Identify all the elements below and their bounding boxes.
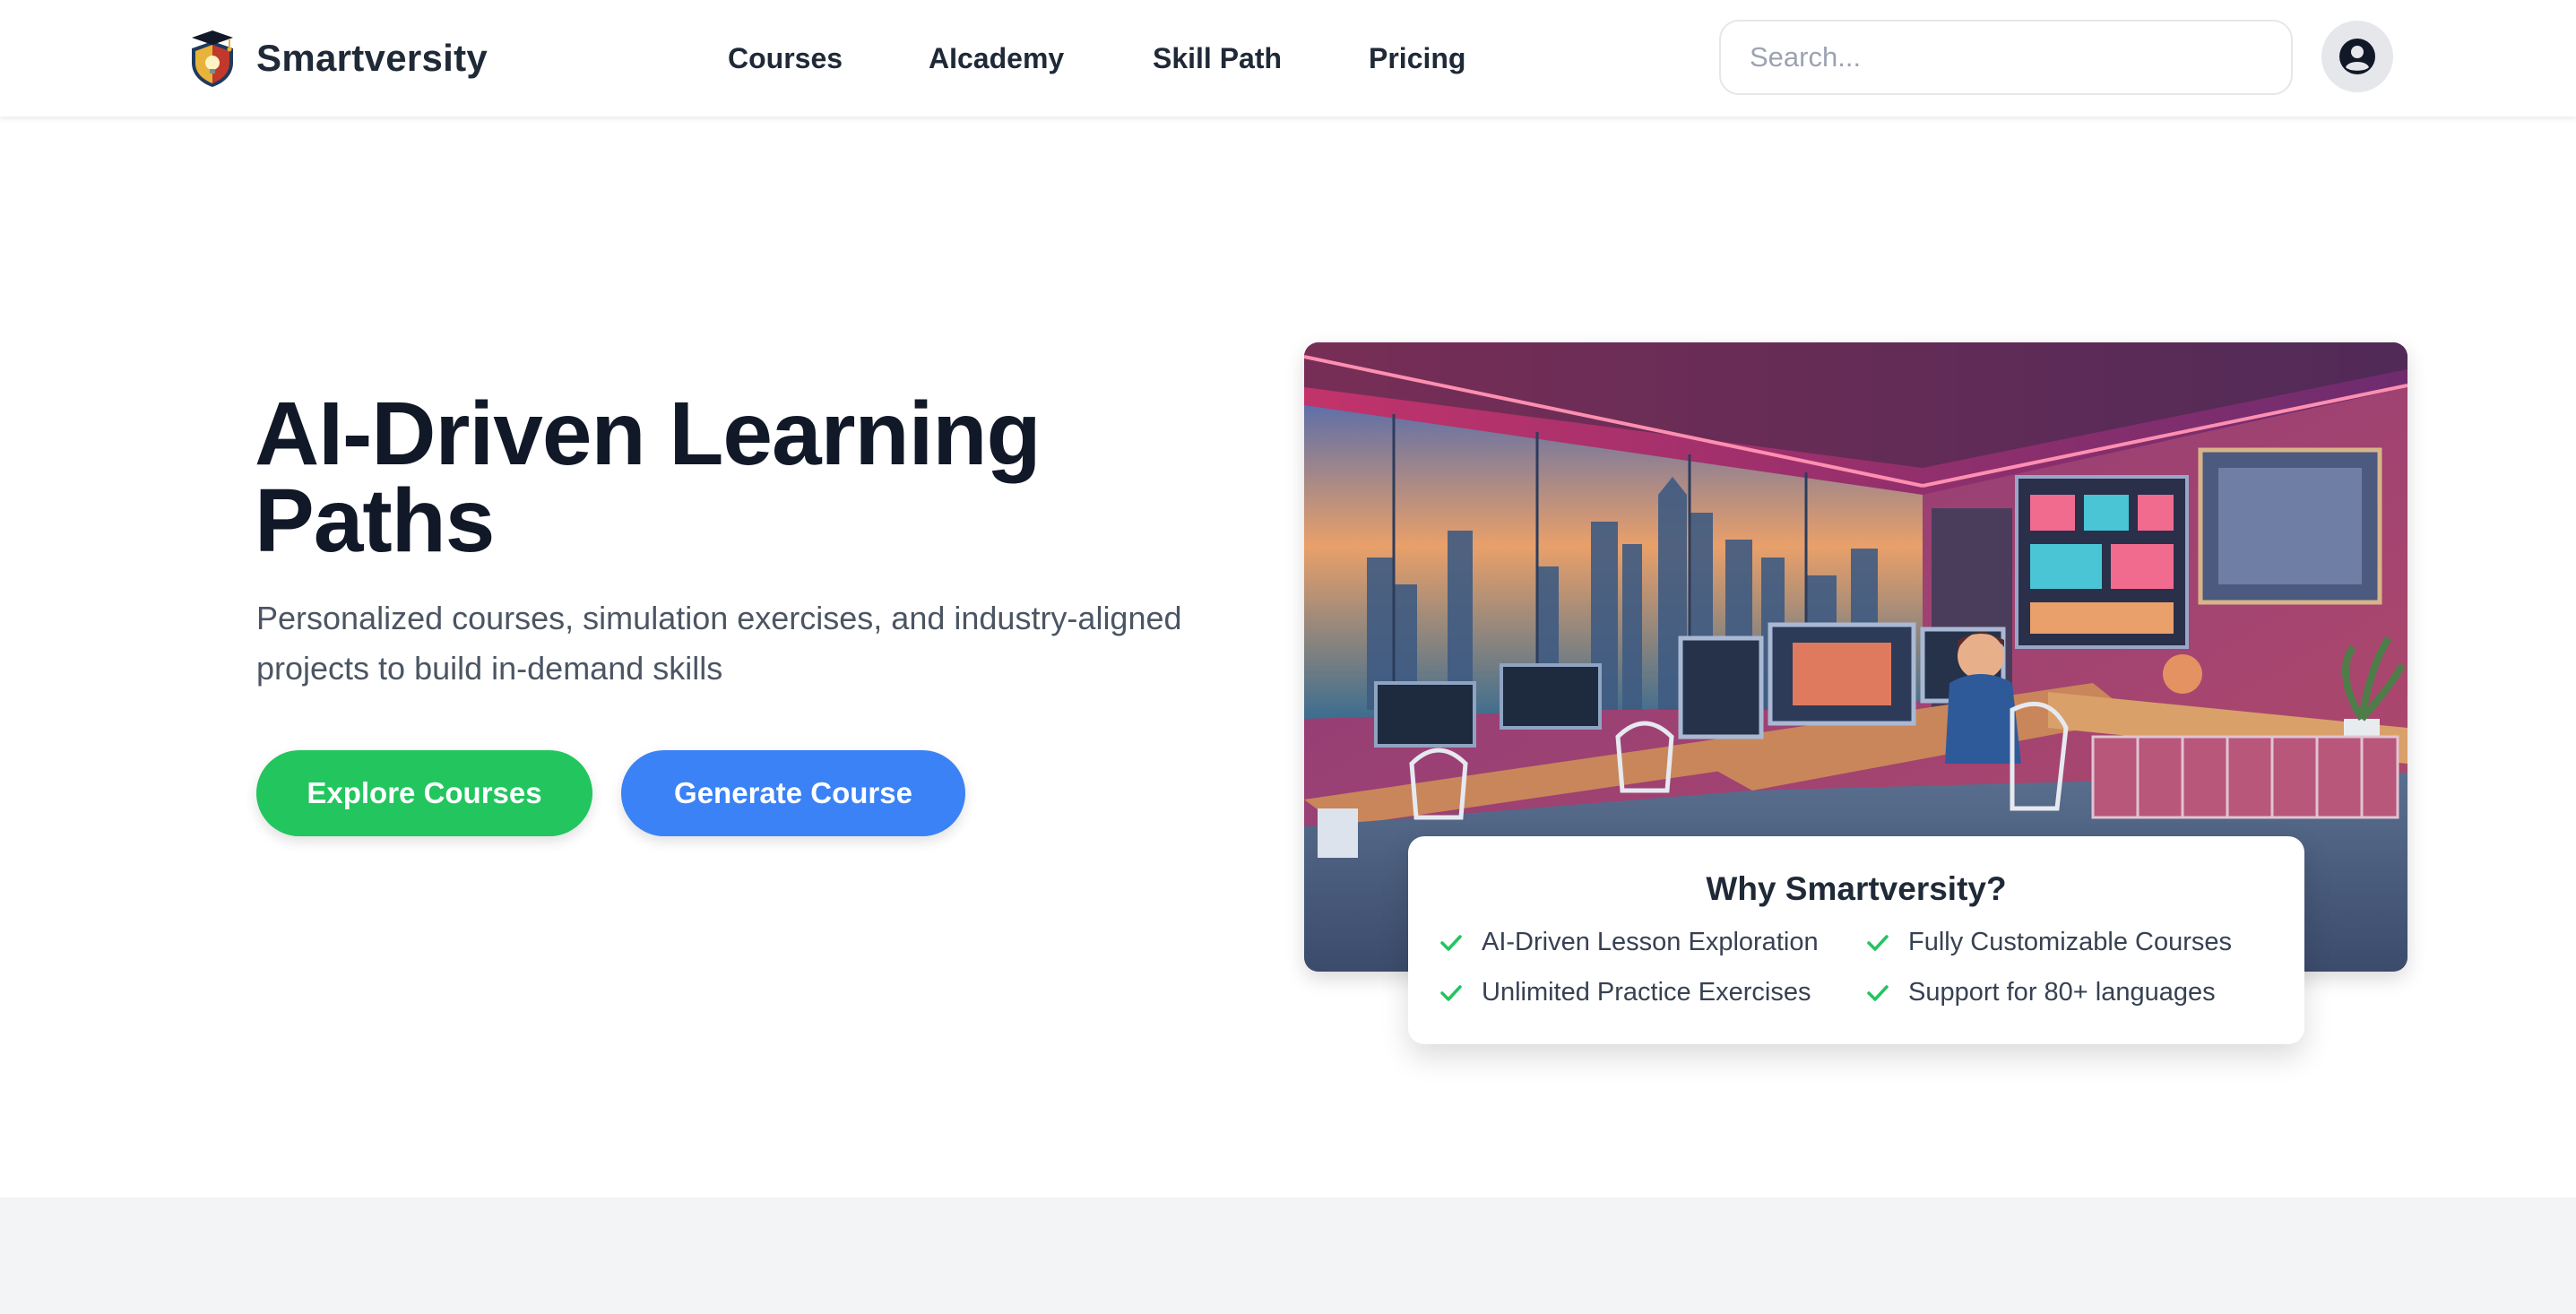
check-icon: [1867, 984, 1889, 1001]
why-title: Why Smartversity?: [1706, 870, 2007, 907]
user-circle-icon: [2339, 39, 2375, 74]
search-input[interactable]: [1719, 20, 2293, 95]
hero-title: AI-Driven Learning Paths: [255, 384, 1042, 571]
feature-label: Support for 80+ languages: [1908, 978, 2216, 1007]
explore-courses-button[interactable]: Explore Courses: [256, 750, 592, 836]
check-icon: [1867, 934, 1889, 951]
nav-pricing[interactable]: Pricing: [1369, 38, 1465, 79]
hero-subtitle: Personalized courses, simulation exercis…: [256, 600, 1182, 687]
feature-label: Unlimited Practice Exercises: [1482, 978, 1811, 1007]
graduation-shield-icon: [192, 30, 233, 87]
feature-item: Support for 80+ languages: [1865, 978, 2216, 1007]
check-icon: [1440, 984, 1462, 1001]
nav-courses[interactable]: Courses: [728, 38, 843, 79]
brand-name: Smartversity: [256, 37, 488, 79]
top-navbar: Smartversity Courses AIcademy Skill Path…: [0, 0, 2576, 117]
check-icon: [1440, 934, 1462, 951]
nav-aicademy[interactable]: AIcademy: [929, 38, 1064, 79]
account-button[interactable]: [2321, 21, 2393, 92]
feature-item: AI-Driven Lesson Exploration: [1439, 928, 1819, 957]
feature-item: Unlimited Practice Exercises: [1439, 978, 1811, 1007]
generate-course-button[interactable]: Generate Course: [621, 750, 965, 836]
feature-item: Fully Customizable Courses: [1865, 928, 2232, 957]
feature-label: AI-Driven Lesson Exploration: [1482, 928, 1819, 956]
nav-skill-path[interactable]: Skill Path: [1153, 38, 1282, 79]
brand-link[interactable]: Smartversity: [186, 27, 488, 90]
next-section-band: [0, 1197, 2576, 1314]
why-card: Why Smartversity? AI-Driven Lesson Explo…: [1408, 836, 2304, 1044]
feature-label: Fully Customizable Courses: [1908, 928, 2233, 956]
